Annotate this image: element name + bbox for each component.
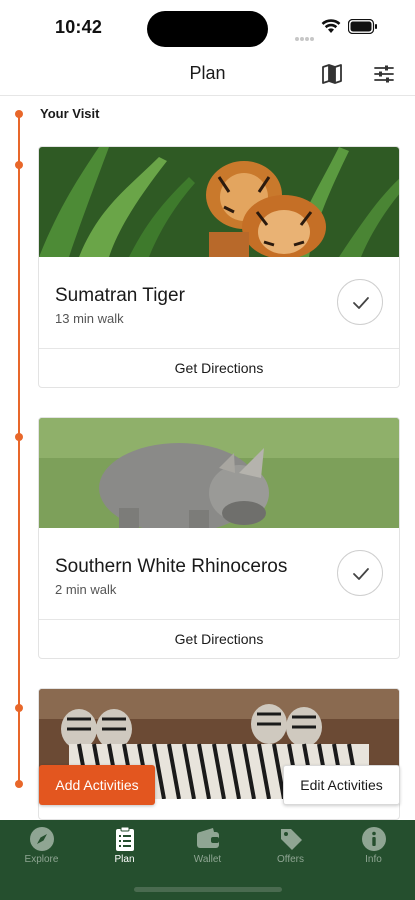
timeline-dot	[15, 161, 23, 169]
card-title: Sumatran Tiger	[55, 285, 185, 306]
tab-label: Info	[365, 854, 382, 865]
timeline-dot	[15, 780, 23, 788]
edit-activities-button[interactable]: Edit Activities	[283, 765, 400, 805]
add-activities-button[interactable]: Add Activities	[39, 765, 155, 805]
tab-label: Wallet	[193, 854, 222, 865]
compass-icon	[30, 827, 54, 851]
tab-label: Offers	[276, 854, 305, 865]
walk-time: 2 min walk	[55, 582, 117, 597]
navigation-bar: Plan	[0, 52, 415, 96]
wifi-icon	[321, 19, 341, 33]
tab-offers[interactable]: Offers	[249, 820, 332, 880]
card-info[interactable]: Sumatran Tiger 13 min walk	[39, 257, 399, 349]
get-directions-button[interactable]: Get Directions	[39, 349, 399, 387]
card-title: Southern White Rhinoceros	[55, 556, 288, 577]
timeline-dot	[15, 704, 23, 712]
tigers-photo	[39, 147, 399, 257]
info-icon	[362, 827, 386, 851]
timeline-dot	[15, 110, 23, 118]
tab-label: Plan	[114, 854, 135, 865]
timeline-dot	[15, 433, 23, 441]
sliders-icon[interactable]	[373, 63, 395, 85]
activity-card-rhino: Southern White Rhinoceros 2 min walk Get…	[38, 417, 400, 659]
clipboard-icon	[116, 826, 134, 851]
rhinoceros-photo	[39, 418, 399, 528]
battery-icon	[348, 19, 377, 34]
mark-visited-button[interactable]	[337, 550, 383, 596]
checkmark-icon	[353, 568, 369, 580]
page-title: Plan	[189, 63, 226, 83]
tab-info[interactable]: Info	[332, 820, 415, 880]
tag-icon	[281, 829, 302, 850]
status-bar: 10:42	[0, 0, 415, 52]
tiger-image	[39, 147, 399, 257]
card-info[interactable]: Southern White Rhinoceros 2 min walk	[39, 528, 399, 620]
walk-time: 13 min walk	[55, 311, 124, 326]
wallet-icon	[197, 828, 219, 848]
cellular-signal-icon	[295, 28, 317, 41]
tab-explore[interactable]: Explore	[0, 820, 83, 880]
section-title: Your Visit	[40, 106, 100, 121]
home-indicator	[134, 887, 282, 892]
get-directions-button[interactable]: Get Directions	[39, 620, 399, 658]
rhino-image	[39, 418, 399, 528]
mark-visited-button[interactable]	[337, 279, 383, 325]
tab-plan[interactable]: Plan	[83, 820, 166, 880]
checkmark-icon	[353, 297, 369, 309]
tab-wallet[interactable]: Wallet	[166, 820, 249, 880]
timeline-line	[18, 114, 20, 786]
activity-card-tiger: Sumatran Tiger 13 min walk Get Direction…	[38, 146, 400, 388]
dynamic-island	[147, 11, 268, 47]
tab-label: Explore	[24, 854, 59, 865]
status-time: 10:42	[55, 17, 103, 37]
map-icon[interactable]	[321, 63, 343, 85]
